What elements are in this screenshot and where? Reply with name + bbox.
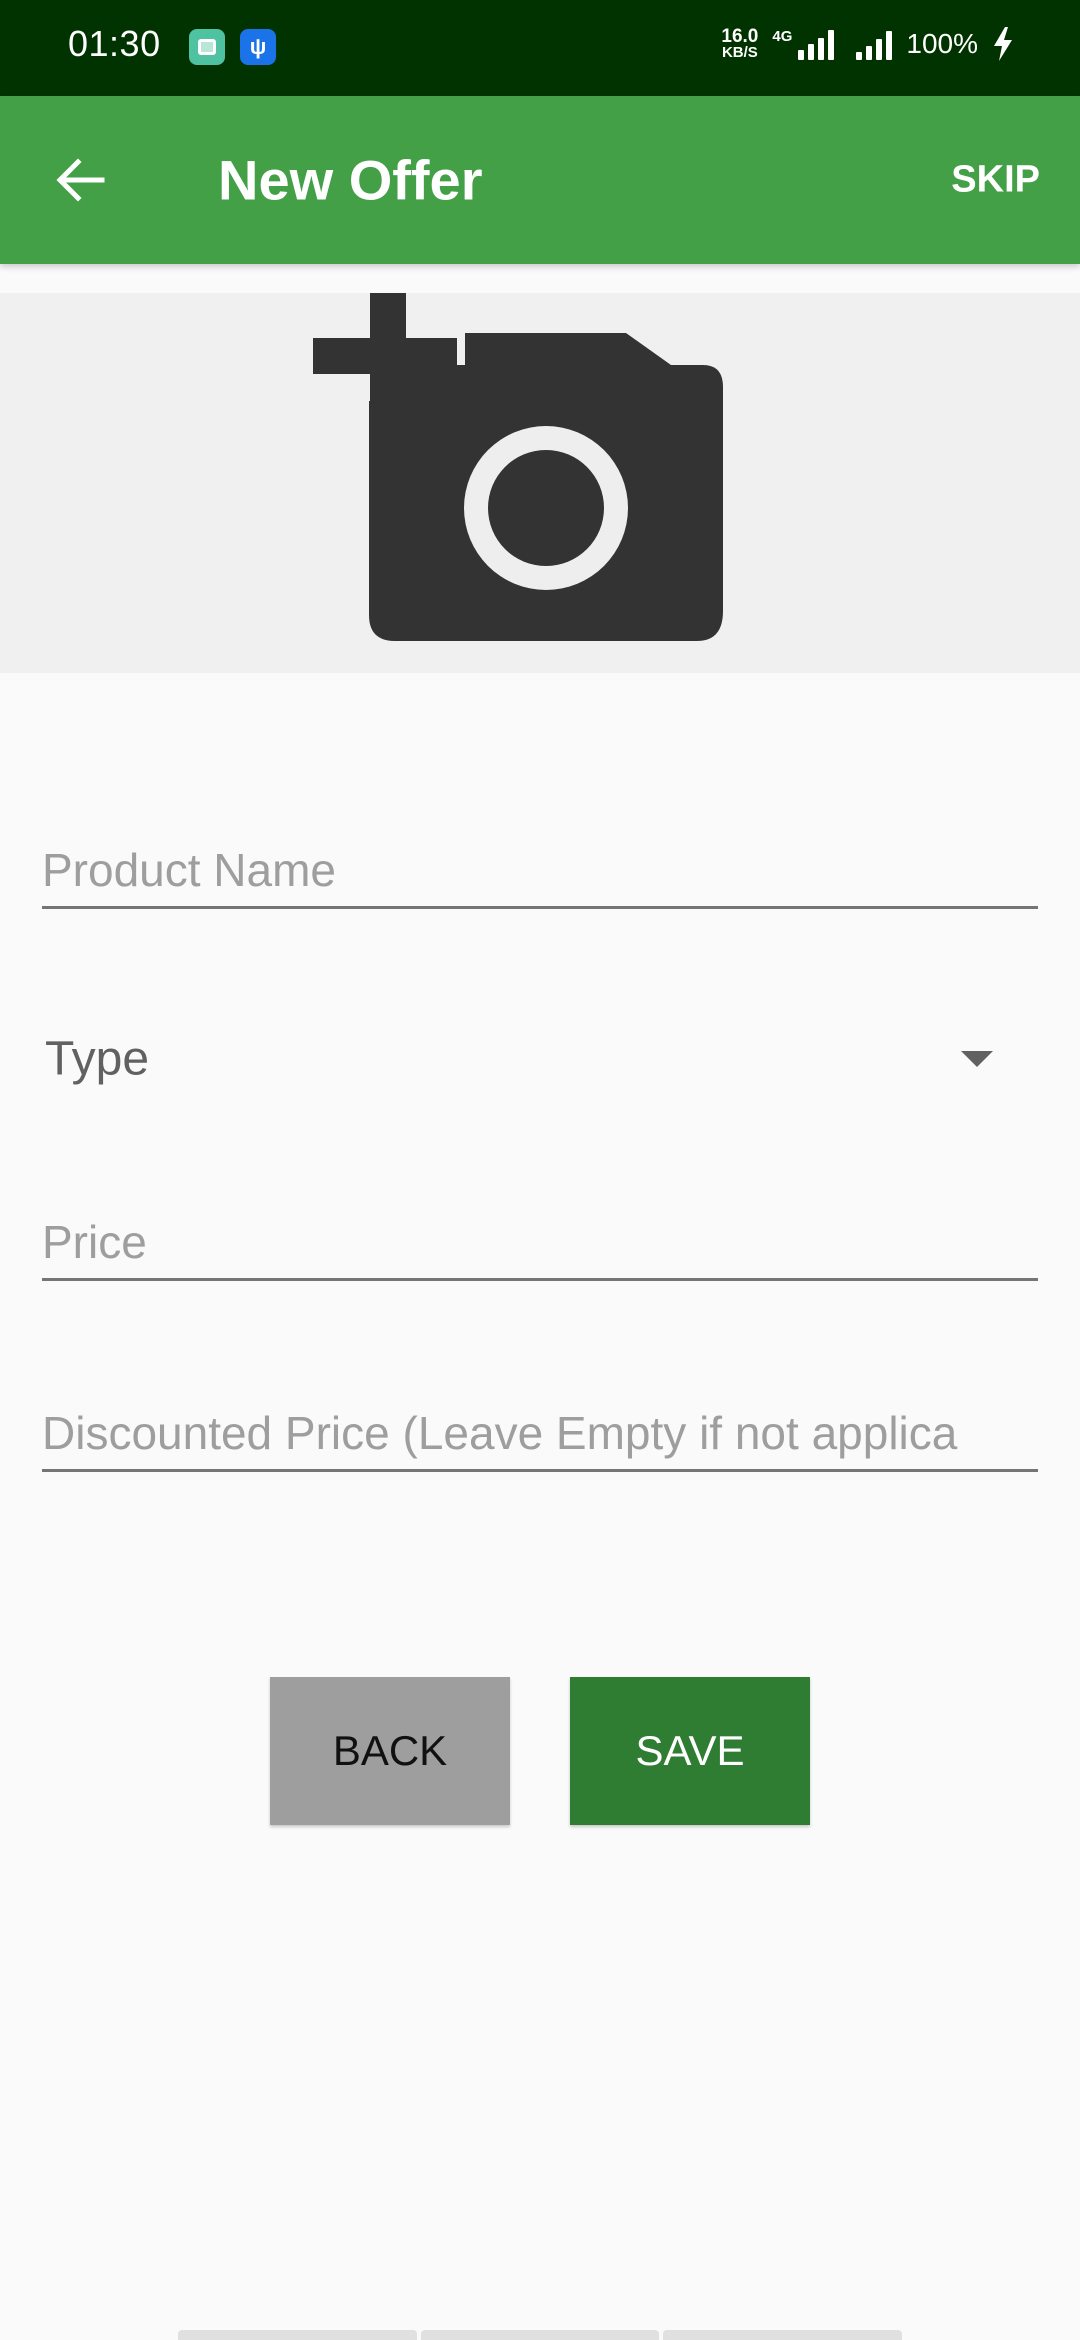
status-time: 01:30 [68,23,161,64]
product-name-input[interactable]: Product Name [42,840,1038,909]
type-dropdown[interactable]: Type [42,1020,1038,1098]
nav-segment[interactable] [178,2330,417,2340]
new-offer-screen: 01:30 ψ 16.0 KB/S 4G 100% New Offer SKIP… [0,0,1080,2340]
discounted-price-input[interactable]: Discounted Price (Leave Empty if not app… [42,1403,1038,1472]
skip-button[interactable]: SKIP [949,149,1042,212]
nav-segment[interactable] [663,2330,903,2340]
add-a-photo-icon [313,293,723,641]
signal-icon [856,28,893,60]
gallery-app-icon [189,29,225,65]
discounted-price-placeholder: Discounted Price (Leave Empty if not app… [42,1407,958,1459]
price-placeholder: Price [42,1216,147,1268]
save-button[interactable]: SAVE [570,1677,810,1825]
battery-percent: 100% [906,28,978,59]
net-speed: 16.0 KB/S [721,27,758,61]
navigation-bar[interactable] [178,2330,903,2340]
network-type: 4G [772,28,793,45]
back-button[interactable]: BACK [270,1677,510,1825]
charging-icon [994,27,1012,61]
app-bar: New Offer SKIP [0,96,1080,264]
product-name-placeholder: Product Name [42,844,337,896]
nav-segment[interactable] [420,2330,660,2340]
page-title: New Offer [218,148,483,212]
status-right-group: 16.0 KB/S 4G 100% [721,16,1014,72]
net-speed-unit: KB/S [721,44,758,61]
status-bar: 01:30 ψ 16.0 KB/S 4G 100% [0,0,1080,96]
price-input[interactable]: Price [42,1212,1038,1281]
signal-4g-icon: 4G [772,28,835,60]
arrow-left-icon[interactable] [50,150,110,210]
usb-icon: ψ [240,29,276,65]
photo-picker[interactable] [0,293,1080,673]
type-dropdown-label: Type [45,1032,150,1086]
dropdown-arrow-icon [961,1051,993,1067]
